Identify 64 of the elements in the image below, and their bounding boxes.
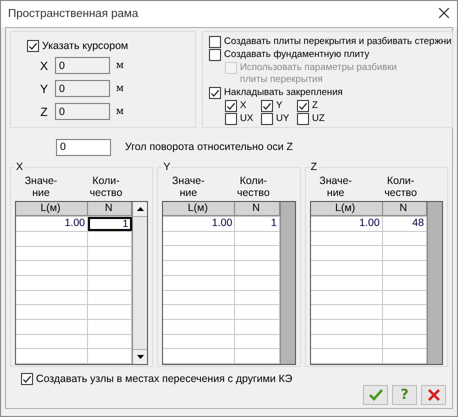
column-header[interactable]: L(м) bbox=[310, 202, 383, 216]
unit-label: м bbox=[116, 60, 124, 71]
checkbox-label: Создавать плиты перекрытия и разбивать стержни bbox=[224, 36, 452, 48]
checkbox-label: UY bbox=[276, 113, 290, 125]
table-cell[interactable]: 1.00 bbox=[163, 217, 236, 231]
column-header[interactable]: N bbox=[382, 202, 427, 216]
checkbox[interactable] bbox=[225, 113, 237, 125]
rotation-angle-field[interactable]: 0 bbox=[56, 138, 111, 156]
checkbox-label: Использовать параметры разбивки плиты перекрытия bbox=[240, 62, 398, 86]
coordinate-field[interactable]: 0 bbox=[55, 103, 110, 120]
rotation-angle-label: Угол поворота относительно оси Z bbox=[125, 141, 293, 154]
column-caption: Коли- чество bbox=[236, 175, 271, 201]
unit-label: м bbox=[116, 83, 124, 94]
checkbox[interactable] bbox=[297, 113, 309, 125]
checkbox[interactable] bbox=[297, 100, 309, 112]
checkbox[interactable] bbox=[209, 36, 221, 48]
table-cell[interactable]: 1.00 bbox=[310, 217, 383, 231]
column-caption: Значе- ние bbox=[24, 175, 58, 201]
unit-label: м bbox=[116, 106, 124, 117]
checkbox[interactable] bbox=[209, 87, 221, 99]
cancel-button[interactable] bbox=[421, 385, 446, 405]
checkbox[interactable] bbox=[21, 373, 33, 385]
checkbox-label: UZ bbox=[312, 113, 325, 125]
coordinate-field[interactable]: 0 bbox=[55, 57, 110, 74]
checkbox-label: Создавать фундаментную плиту bbox=[224, 49, 370, 61]
close-icon[interactable] bbox=[439, 8, 449, 18]
column-caption: Значе- ние bbox=[318, 175, 353, 201]
column-header[interactable]: L(м) bbox=[16, 202, 88, 216]
checkmark-icon bbox=[368, 389, 382, 401]
table-cell[interactable]: 1 bbox=[88, 217, 132, 231]
group-title: Z bbox=[310, 161, 318, 173]
table-cell[interactable]: 1.00 bbox=[16, 217, 88, 231]
checkbox-label: Создавать узлы в местах пересечения с другими КЭ bbox=[36, 373, 292, 385]
coordinate-field[interactable]: 0 bbox=[55, 80, 110, 97]
up-arrow-icon[interactable] bbox=[136, 207, 144, 211]
checkbox-label: Накладывать закрепления bbox=[224, 87, 343, 99]
checkbox[interactable] bbox=[209, 49, 221, 61]
scrollbar[interactable] bbox=[132, 202, 148, 364]
axis-label: Y bbox=[39, 82, 49, 96]
axis-label: X bbox=[39, 58, 49, 72]
checkbox-label: UX bbox=[240, 113, 254, 125]
checkbox-label: Y bbox=[276, 100, 282, 112]
column-header[interactable]: L(м) bbox=[163, 202, 236, 216]
column-header[interactable]: N bbox=[235, 202, 280, 216]
column-header[interactable]: N bbox=[88, 202, 132, 216]
group-title: Y bbox=[162, 161, 172, 173]
column-caption: Коли- чество bbox=[383, 175, 418, 201]
scrollbar[interactable] bbox=[426, 202, 442, 364]
window-title: Пространственная рама bbox=[8, 8, 138, 20]
checkbox-label: Указать курсором bbox=[42, 40, 128, 52]
column-caption: Коли- чество bbox=[88, 175, 124, 201]
group-title: X bbox=[15, 161, 24, 173]
checkbox[interactable] bbox=[225, 100, 237, 112]
scrollbar[interactable] bbox=[280, 202, 295, 364]
ok-button[interactable] bbox=[363, 385, 388, 405]
down-arrow-icon[interactable] bbox=[136, 355, 144, 359]
checkbox-label: Z bbox=[312, 100, 318, 112]
checkbox-label: X bbox=[240, 100, 246, 112]
checkbox[interactable] bbox=[261, 113, 273, 125]
checkbox[interactable] bbox=[261, 100, 273, 112]
checkbox[interactable] bbox=[27, 40, 39, 52]
axis-label: Z bbox=[39, 104, 49, 118]
column-caption: Значе- ние bbox=[171, 175, 206, 201]
close-icon bbox=[428, 389, 440, 401]
